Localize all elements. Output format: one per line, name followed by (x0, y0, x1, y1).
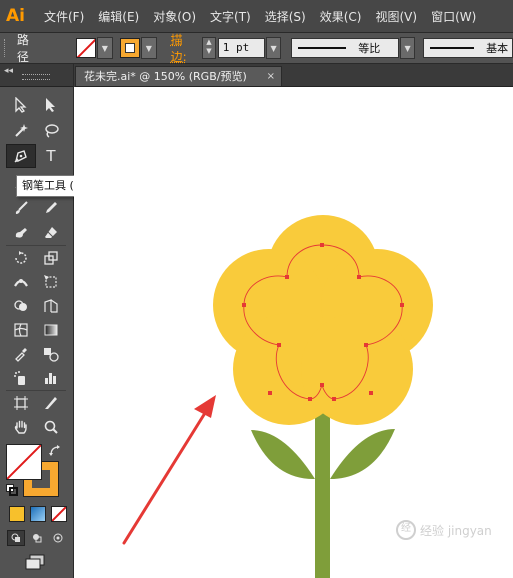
control-bar: 路径 ▼ ▼ 描边: ▲ ▼ 1 pt ▼ 等比 ▼ 基本 (0, 33, 513, 64)
fill-dropdown[interactable]: ▼ (96, 37, 113, 59)
fill-color-box-front[interactable] (6, 444, 42, 480)
blob-brush-tool-icon[interactable] (8, 222, 34, 244)
slice-tool-icon[interactable] (38, 392, 64, 414)
scale-tool-icon[interactable] (38, 247, 64, 269)
anchor-point[interactable] (277, 343, 281, 347)
draw-behind-button[interactable] (28, 530, 46, 546)
paintbrush-tool-icon[interactable] (8, 197, 34, 219)
perspective-grid-tool-icon[interactable] (38, 295, 64, 317)
watermark: 经 经验 jingyan (396, 520, 496, 540)
document-tab-title: 花未完.ai* @ 150% (RGB/预览) (84, 70, 247, 83)
tools-separator (6, 245, 66, 246)
right-leaf (330, 429, 395, 479)
document-tab[interactable]: 花未完.ai* @ 150% (RGB/预览) × (75, 66, 282, 86)
tools-separator (6, 390, 66, 391)
stroke-swatch-inner (125, 43, 136, 53)
stroke-weight-field[interactable]: 1 pt (217, 38, 265, 58)
eyedropper-tool-icon[interactable] (8, 343, 34, 365)
control-bar-grip[interactable] (4, 39, 9, 57)
brush-line (430, 47, 475, 49)
stroke-label[interactable]: 描边: (171, 31, 198, 65)
blend-tool-icon[interactable] (38, 343, 64, 365)
selection-tool-icon[interactable] (8, 94, 34, 116)
petal-bottom-right (301, 313, 413, 425)
type-tool-icon[interactable]: T (38, 145, 64, 167)
no-fill-slash-icon (7, 445, 41, 479)
menu-object[interactable]: 对象(O) (153, 8, 196, 25)
menu-window[interactable]: 窗口(W) (431, 8, 476, 25)
width-tool-icon[interactable] (8, 271, 34, 293)
magic-wand-tool-icon[interactable] (8, 120, 34, 142)
brush-label: 基本 (486, 42, 509, 55)
artboard-tool-icon[interactable] (8, 392, 34, 414)
app-logo: Ai (6, 6, 25, 26)
stroke-weight-stepper[interactable]: ▲ ▼ (202, 37, 216, 59)
stroke-dropdown[interactable]: ▼ (141, 37, 157, 59)
pencil-tool-icon[interactable] (38, 197, 64, 219)
gradient-mode-button[interactable] (30, 506, 46, 522)
menu-view[interactable]: 视图(V) (375, 8, 417, 25)
zoom-tool-icon[interactable] (38, 416, 64, 438)
anchor-point[interactable] (308, 397, 312, 401)
menu-type[interactable]: 文字(T) (210, 8, 251, 25)
shape-builder-tool-icon[interactable] (8, 295, 34, 317)
anchor-point[interactable] (357, 275, 361, 279)
artboard-canvas[interactable] (74, 87, 513, 578)
tools-panel-header: ◂◂ (0, 64, 73, 87)
column-graph-tool-icon[interactable] (38, 367, 64, 389)
menu-file[interactable]: 文件(F) (44, 8, 84, 25)
collapse-chevron-icon[interactable]: ◂◂ (4, 66, 13, 76)
lasso-tool-icon[interactable] (38, 120, 64, 142)
fill-swatch[interactable] (76, 38, 96, 58)
eraser-tool-icon[interactable] (38, 222, 64, 244)
close-tab-icon[interactable]: × (267, 67, 275, 87)
watermark-text: 经验 jingyan (420, 523, 492, 538)
brush-definition[interactable]: 基本 (423, 38, 513, 58)
hand-tool-icon[interactable] (8, 416, 34, 438)
anchor-point[interactable] (400, 303, 404, 307)
profile-label: 等比 (358, 42, 381, 55)
menu-bar: Ai 文件(F) 编辑(E) 对象(O) 文字(T) 选择(S) 效果(C) 视… (0, 0, 513, 33)
direct-selection-tool-icon[interactable] (38, 94, 64, 116)
anchor-point[interactable] (332, 397, 336, 401)
draw-inside-button[interactable] (49, 530, 67, 546)
profile-dropdown[interactable]: ▼ (399, 37, 416, 59)
swap-fill-stroke-icon[interactable] (48, 444, 62, 458)
flower-stem (315, 405, 330, 578)
document-tab-bar: 花未完.ai* @ 150% (RGB/预览) × (75, 64, 513, 87)
annotation-arrow-head (194, 395, 216, 418)
color-mode-button[interactable] (9, 506, 25, 522)
anchor-point[interactable] (364, 343, 368, 347)
menu-select[interactable]: 选择(S) (265, 8, 306, 25)
left-leaf (251, 430, 315, 480)
anchor-point[interactable] (320, 383, 324, 387)
pen-tool-icon[interactable] (6, 144, 36, 168)
anchor-point[interactable] (285, 275, 289, 279)
anchor-point[interactable] (268, 391, 272, 395)
none-mode-button[interactable] (51, 506, 67, 522)
stroke-weight-dropdown[interactable]: ▼ (265, 37, 282, 59)
menu-edit[interactable]: 编辑(E) (98, 8, 139, 25)
artwork (122, 215, 433, 578)
gradient-tool-icon[interactable] (38, 319, 64, 341)
mesh-tool-icon[interactable] (8, 319, 34, 341)
panel-grip[interactable] (22, 74, 50, 80)
default-fill-stroke-icon[interactable] (6, 484, 18, 496)
draw-normal-button[interactable] (7, 530, 25, 546)
symbol-sprayer-tool-icon[interactable] (8, 367, 34, 389)
variable-width-profile[interactable]: 等比 (291, 38, 399, 58)
selection-type-label: 路径 (16, 33, 29, 64)
screen-mode-icon[interactable] (24, 554, 46, 572)
annotation-arrow-shaft (122, 403, 212, 545)
watermark-icon: 经 (396, 520, 416, 540)
tools-panel: ◂◂ T (0, 64, 74, 578)
profile-line (298, 47, 347, 49)
rotate-tool-icon[interactable] (8, 247, 34, 269)
free-transform-tool-icon[interactable] (38, 271, 64, 293)
stroke-swatch[interactable] (120, 38, 140, 58)
anchor-point[interactable] (242, 303, 246, 307)
anchor-point[interactable] (369, 391, 373, 395)
anchor-point[interactable] (320, 243, 324, 247)
menu-effect[interactable]: 效果(C) (320, 8, 362, 25)
